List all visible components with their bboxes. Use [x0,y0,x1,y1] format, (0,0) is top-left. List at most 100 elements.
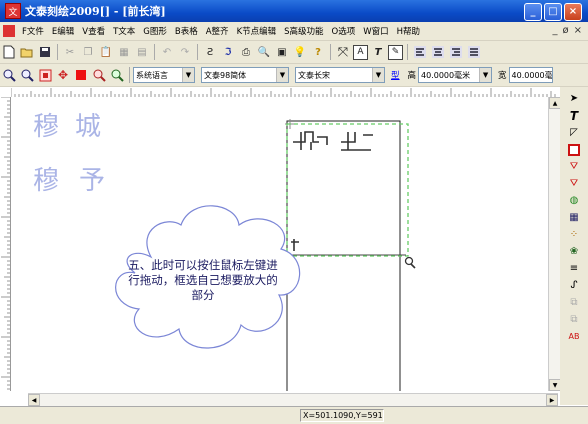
help-icon[interactable]: ? [310,44,326,60]
drawing-canvas[interactable]: 穆 城 穆 予 [11,97,548,391]
redo-icon[interactable]: ↷ [177,44,193,60]
vertical-ruler [0,97,11,391]
undo-icon[interactable]: ↶ [159,44,175,60]
chevron-down-icon[interactable]: ▼ [372,68,384,82]
zoom-page-icon[interactable] [37,67,53,83]
document-icon[interactable] [3,25,15,37]
mdi-minimize-button[interactable]: _ [552,25,557,36]
color-tool-icon[interactable]: ❀ [566,244,582,259]
lightbulb-icon[interactable]: 💡 [292,44,308,60]
cut-icon[interactable]: ✂ [62,44,78,60]
callout-text: 五、此时可以按住鼠标左键进行拖动，框选自己想要放大的部分 [128,258,278,302]
right-toolbox: ➤ T ◸ ⛛ ⛛ ◍ ▦ ⁘ ❀ ≡ ᔑ ⧉ ⧉ AB [560,87,588,405]
height-combo[interactable]: 40.0000毫米 ▼ [418,67,493,83]
table-tool-icon[interactable]: ▦ [566,210,582,225]
text-toolbar: ✥ 系统语言 ▼ 文泰98简体 ▼ 文泰长宋 ▼ 型 高 40.0000毫米 ▼… [0,64,588,87]
clone-icon[interactable]: ▦ [116,44,132,60]
toolbar-separator [57,44,58,60]
scroll-left-icon[interactable]: ◀ [28,394,40,406]
node-tool-icon[interactable]: ⁘ [566,227,582,242]
width-value: 40.0000毫 [511,70,553,80]
font2-combo[interactable]: 文泰长宋 ▼ [295,67,385,83]
mdi-close-button[interactable]: × [574,25,582,36]
glyph-bottom-left: 穆 [33,166,59,196]
status-bar: X=501.1090,Y=591.( [0,406,588,424]
menu-graphics[interactable]: G图形 [139,25,171,37]
text-tool-icon[interactable]: T [566,108,582,123]
fill-tool-icon[interactable]: ⛛ [566,159,582,174]
zoom-out-icon[interactable] [19,67,35,83]
menu-options[interactable]: O选项 [328,25,360,37]
paste-icon[interactable]: 📋 [98,44,114,60]
curve-tool-icon[interactable]: ᔑ [566,278,582,293]
format-icon[interactable]: ▤ [134,44,150,60]
minimize-button[interactable]: _ [524,3,542,21]
edit-box-icon[interactable]: ✎ [388,44,403,60]
menu-file[interactable]: F文件 [18,25,48,37]
glyph-top-left: 穆 [33,112,59,142]
menu-advanced[interactable]: S高级功能 [280,25,327,37]
language-combo[interactable]: 系统语言 ▼ [133,67,195,83]
glyph-top-right: 城 [75,112,101,142]
menu-bar: F文件 E编辑 V查看 T文本 G图形 B表格 A整齐 K节点编辑 S高级功能 … [0,22,588,41]
mdi-controls: _ ø × [552,25,582,36]
zoom-in-icon[interactable] [1,67,17,83]
language-combo-value: 系统语言 [136,70,168,80]
align-left-icon[interactable] [412,44,428,60]
text-box-icon[interactable]: A [353,44,368,60]
menu-table[interactable]: B表格 [171,25,202,37]
toolbar-separator [197,44,198,60]
list-tool-icon[interactable]: ≡ [566,261,582,276]
disabled-tool2-icon[interactable]: ⧉ [566,312,582,327]
mdi-restore-button[interactable]: ø [562,25,568,36]
cross-tool-icon[interactable]: ⤧ [335,44,351,60]
cursor-coordinates: X=501.1090,Y=591.( [300,409,384,422]
close-button[interactable]: × [564,3,582,21]
toolbar-separator [407,44,408,60]
copy-icon[interactable]: ❐ [80,44,96,60]
zoom-all-icon[interactable] [109,67,125,83]
align-right-icon[interactable] [448,44,464,60]
menu-align[interactable]: A整齐 [202,25,233,37]
menu-text[interactable]: T文本 [109,25,139,37]
select-arrow-icon[interactable]: ➤ [566,91,582,106]
menu-view[interactable]: V查看 [78,25,109,37]
open-folder-icon[interactable] [19,44,35,60]
width-combo[interactable]: 40.0000毫 [508,67,553,83]
new-file-icon[interactable] [1,44,17,60]
font-combo-value: 文泰98简体 [204,70,247,80]
text-rotate-icon[interactable]: Ƨ [202,44,218,60]
chevron-down-icon[interactable]: ▼ [182,68,194,82]
ellipse-tool-icon[interactable]: ◍ [566,193,582,208]
disabled-tool-icon[interactable]: ⧉ [566,295,582,310]
type-label[interactable]: 型 [391,69,400,81]
stroke-tool-icon[interactable]: ⛛ [566,176,582,191]
menu-node-edit[interactable]: K节点编辑 [233,25,281,37]
page-icon[interactable]: ▣ [274,44,290,60]
align-center-icon[interactable] [430,44,446,60]
height-label: 高 [407,71,417,81]
menu-edit[interactable]: E编辑 [48,25,78,37]
horizontal-scrollbar[interactable]: ◀ ▶ [28,393,558,406]
pan-icon[interactable]: ✥ [55,67,71,83]
rectangle-tool-icon[interactable] [566,142,582,157]
print-icon[interactable]: ⎙ [238,44,254,60]
font-combo[interactable]: 文泰98简体 ▼ [201,67,289,83]
justify-icon[interactable] [466,44,482,60]
scroll-right-icon[interactable]: ▶ [546,394,558,406]
vertical-text-icon[interactable]: ℑ [220,44,236,60]
print-preview-icon[interactable]: 🔍 [256,44,272,60]
menu-help[interactable]: H帮助 [393,25,424,37]
italic-text-icon[interactable]: T [370,44,386,60]
chevron-down-icon[interactable]: ▼ [479,68,492,82]
chevron-down-icon[interactable]: ▼ [276,68,288,82]
ab-tool-icon[interactable]: AB [566,329,582,344]
app-icon[interactable]: 文 [5,3,21,19]
zoom-selection-icon[interactable] [91,67,107,83]
fill-red-icon[interactable] [73,67,89,83]
height-value: 40.0000毫米 [421,70,471,80]
maximize-button[interactable]: □ [544,3,562,21]
menu-window[interactable]: W窗口 [359,25,392,37]
save-icon[interactable] [37,44,53,60]
shape-tool-icon[interactable]: ◸ [566,125,582,140]
